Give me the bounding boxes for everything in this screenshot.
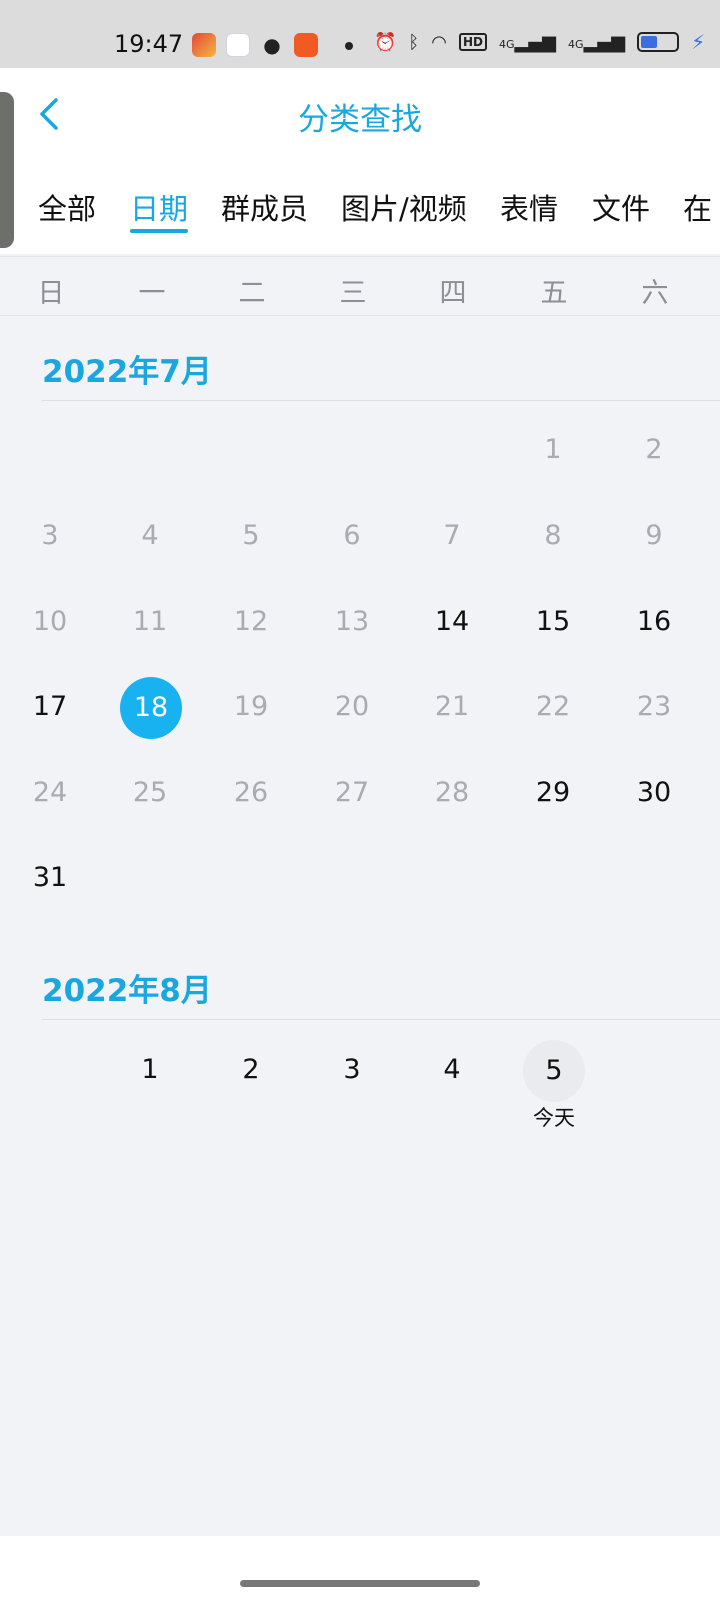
game-app-icon xyxy=(192,33,216,57)
month-divider xyxy=(42,400,720,401)
calendar-day: 6 xyxy=(343,520,361,551)
calendar-day-selected[interactable]: 18 xyxy=(120,677,182,739)
weekday-label: 一 xyxy=(138,278,166,309)
bluetooth-icon: ᛒ xyxy=(408,31,420,53)
wifi-icon: ◠ xyxy=(431,31,447,53)
calendar-day: 7 xyxy=(443,520,461,551)
tab-members[interactable]: 群成员 xyxy=(221,186,308,228)
calendar-day-with-messages[interactable]: 31 xyxy=(18,846,82,910)
calendar-day: 12 xyxy=(233,606,269,637)
charging-icon: ⚡ xyxy=(691,30,706,54)
calendar-day-with-messages[interactable]: 14 xyxy=(420,590,484,654)
month-title-august: 2022年8月 xyxy=(42,973,212,1009)
calendar-day: 2 xyxy=(645,434,663,465)
calendar-day: 5 xyxy=(242,520,260,551)
weekday-label: 日 xyxy=(37,278,65,309)
tab-all[interactable]: 全部 xyxy=(38,186,96,228)
home-indicator[interactable] xyxy=(240,1580,480,1587)
calendar-day-with-messages[interactable]: 4 xyxy=(420,1038,484,1102)
system-navigation-bar xyxy=(0,1536,720,1600)
calendar-day: 24 xyxy=(32,777,68,808)
calendar-day: 13 xyxy=(334,606,370,637)
weekday-label: 二 xyxy=(238,278,266,309)
calendar-day-with-messages[interactable]: 17 xyxy=(18,675,82,739)
alarm-icon: ⏰ xyxy=(374,31,397,53)
weekday-label: 三 xyxy=(339,278,367,309)
calendar-day-with-messages[interactable]: 16 xyxy=(622,590,686,654)
month-divider xyxy=(42,1019,720,1020)
calendar-day-with-messages[interactable]: 2 xyxy=(219,1038,283,1102)
calendar-day: 20 xyxy=(334,691,370,722)
calendar-day-with-messages[interactable]: 1 xyxy=(118,1038,182,1102)
calendar-day: 11 xyxy=(132,606,168,637)
calendar-day-with-messages[interactable]: 3 xyxy=(320,1038,384,1102)
calendar-day: 1 xyxy=(544,434,562,465)
wechat-icon: ● xyxy=(263,33,281,57)
calendar-day: 4 xyxy=(141,520,159,551)
status-time: 19:47 xyxy=(114,30,184,58)
weekday-label: 六 xyxy=(641,278,669,309)
tab-date[interactable]: 日期 xyxy=(130,186,188,228)
calendar-day: 19 xyxy=(233,691,269,722)
calendar-day-with-messages[interactable]: 29 xyxy=(521,761,585,825)
tab-more[interactable]: 在 xyxy=(683,186,712,228)
calendar-day: 8 xyxy=(544,520,562,551)
status-bar: 19:47 ● ⏰ ᛒ ◠ HD 4G▂▄▆ 4G▂▄▆ ⚡ xyxy=(0,0,720,68)
calendar-day: 22 xyxy=(535,691,571,722)
battery-icon xyxy=(637,32,680,52)
calendar-day: 9 xyxy=(645,520,663,551)
calendar-day: 26 xyxy=(233,777,269,808)
signal-4g-icon-2: 4G▂▄▆ xyxy=(568,31,626,53)
tab-files[interactable]: 文件 xyxy=(592,186,650,228)
calendar-day-with-messages[interactable]: 15 xyxy=(521,590,585,654)
cloud-app-icon xyxy=(226,33,250,57)
calendar-day-with-messages[interactable]: 30 xyxy=(622,761,686,825)
signal-4g-icon: 4G▂▄▆ xyxy=(498,31,557,53)
month-title-july: 2022年7月 xyxy=(42,354,212,390)
tab-stickers[interactable]: 表情 xyxy=(500,186,558,228)
calendar-day: 25 xyxy=(132,777,168,808)
weekday-label: 五 xyxy=(540,278,568,309)
notification-icons: ● xyxy=(192,33,318,57)
tab-media[interactable]: 图片/视频 xyxy=(341,186,467,228)
calendar-day-today[interactable]: 5 xyxy=(523,1040,585,1102)
more-notifications-dot-icon xyxy=(345,42,353,50)
calendar-day: 21 xyxy=(434,691,470,722)
category-tabs: 全部 日期 群成员 图片/视频 表情 文件 在 xyxy=(0,186,720,236)
page-title: 分类查找 xyxy=(298,102,422,138)
today-label: 今天 xyxy=(533,1106,575,1130)
kuaishou-icon xyxy=(294,33,318,57)
calendar-day: 3 xyxy=(41,520,59,551)
calendar-day: 28 xyxy=(434,777,470,808)
hd-icon: HD xyxy=(458,33,487,51)
calendar-day: 27 xyxy=(334,777,370,808)
weekday-label: 四 xyxy=(439,278,467,309)
status-indicators: ⏰ ᛒ ◠ HD 4G▂▄▆ 4G▂▄▆ ⚡ xyxy=(374,30,705,54)
weekday-header: 日 一 二 三 四 五 六 xyxy=(0,256,720,316)
calendar-day: 23 xyxy=(636,691,672,722)
calendar-day: 10 xyxy=(32,606,68,637)
active-tab-indicator xyxy=(130,229,188,233)
